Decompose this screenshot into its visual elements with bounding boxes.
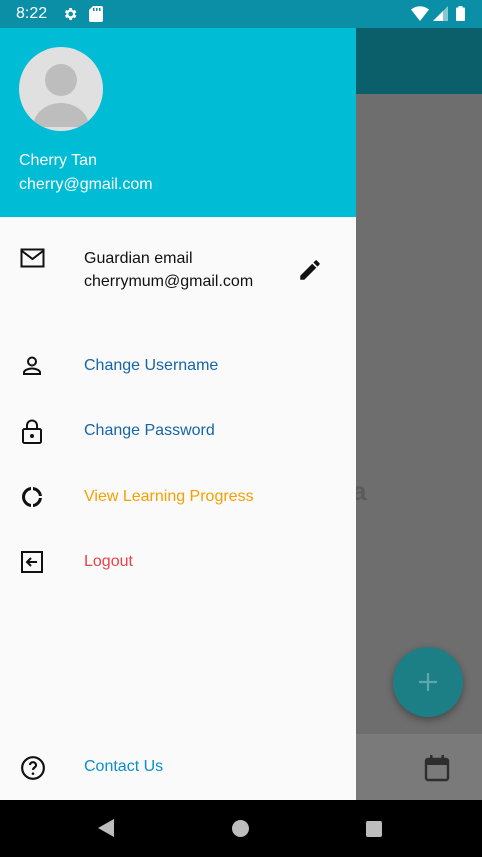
person-icon [23,356,41,375]
home-icon[interactable] [232,820,249,837]
contact-us-item[interactable]: Contact Us [0,740,356,796]
add-fab-button[interactable] [393,647,463,717]
avatar [19,47,103,131]
gear-icon [64,8,77,20]
logout-icon [21,551,43,573]
recent-apps-icon[interactable] [366,821,382,837]
user-name: Cherry Tan [19,152,97,169]
guardian-email-section: Guardian email cherrymum@gmail.com [0,217,356,327]
back-icon[interactable] [97,818,115,838]
change-password-item[interactable]: Change Password [0,404,356,460]
wifi-icon [411,6,429,21]
person-avatar-icon [33,64,89,127]
pencil-icon[interactable] [297,257,323,283]
logout-item[interactable]: Logout [0,535,356,591]
user-email: cherry@gmail.com [19,176,153,193]
plus-icon [419,673,437,691]
view-learning-progress-item[interactable]: View Learning Progress [0,470,356,526]
contact-us-label: Contact Us [84,758,164,775]
guardian-email-value: cherrymum@gmail.com [84,273,254,290]
lock-icon [22,419,42,444]
logout-label: Logout [84,553,133,570]
sd-card-icon [89,6,103,22]
battery-icon [456,6,465,21]
system-nav-bar [0,800,482,857]
view-learning-progress-label: View Learning Progress [84,488,254,505]
navigation-drawer: Cherry Tan cherry@gmail.com Guardian ema… [0,28,356,800]
mail-icon [20,248,45,268]
drawer-header: Cherry Tan cherry@gmail.com [0,28,356,217]
change-username-label: Change Username [84,357,219,374]
signal-icon [433,6,448,21]
help-icon [21,756,45,780]
calendar-icon[interactable] [424,754,450,782]
guardian-email-label: Guardian email [84,250,193,267]
status-time: 8:22 [16,5,48,22]
change-password-label: Change Password [84,422,215,439]
status-bar: 8:22 [0,0,482,28]
change-username-item[interactable]: Change Username [0,339,356,395]
progress-ring-icon [21,487,42,507]
